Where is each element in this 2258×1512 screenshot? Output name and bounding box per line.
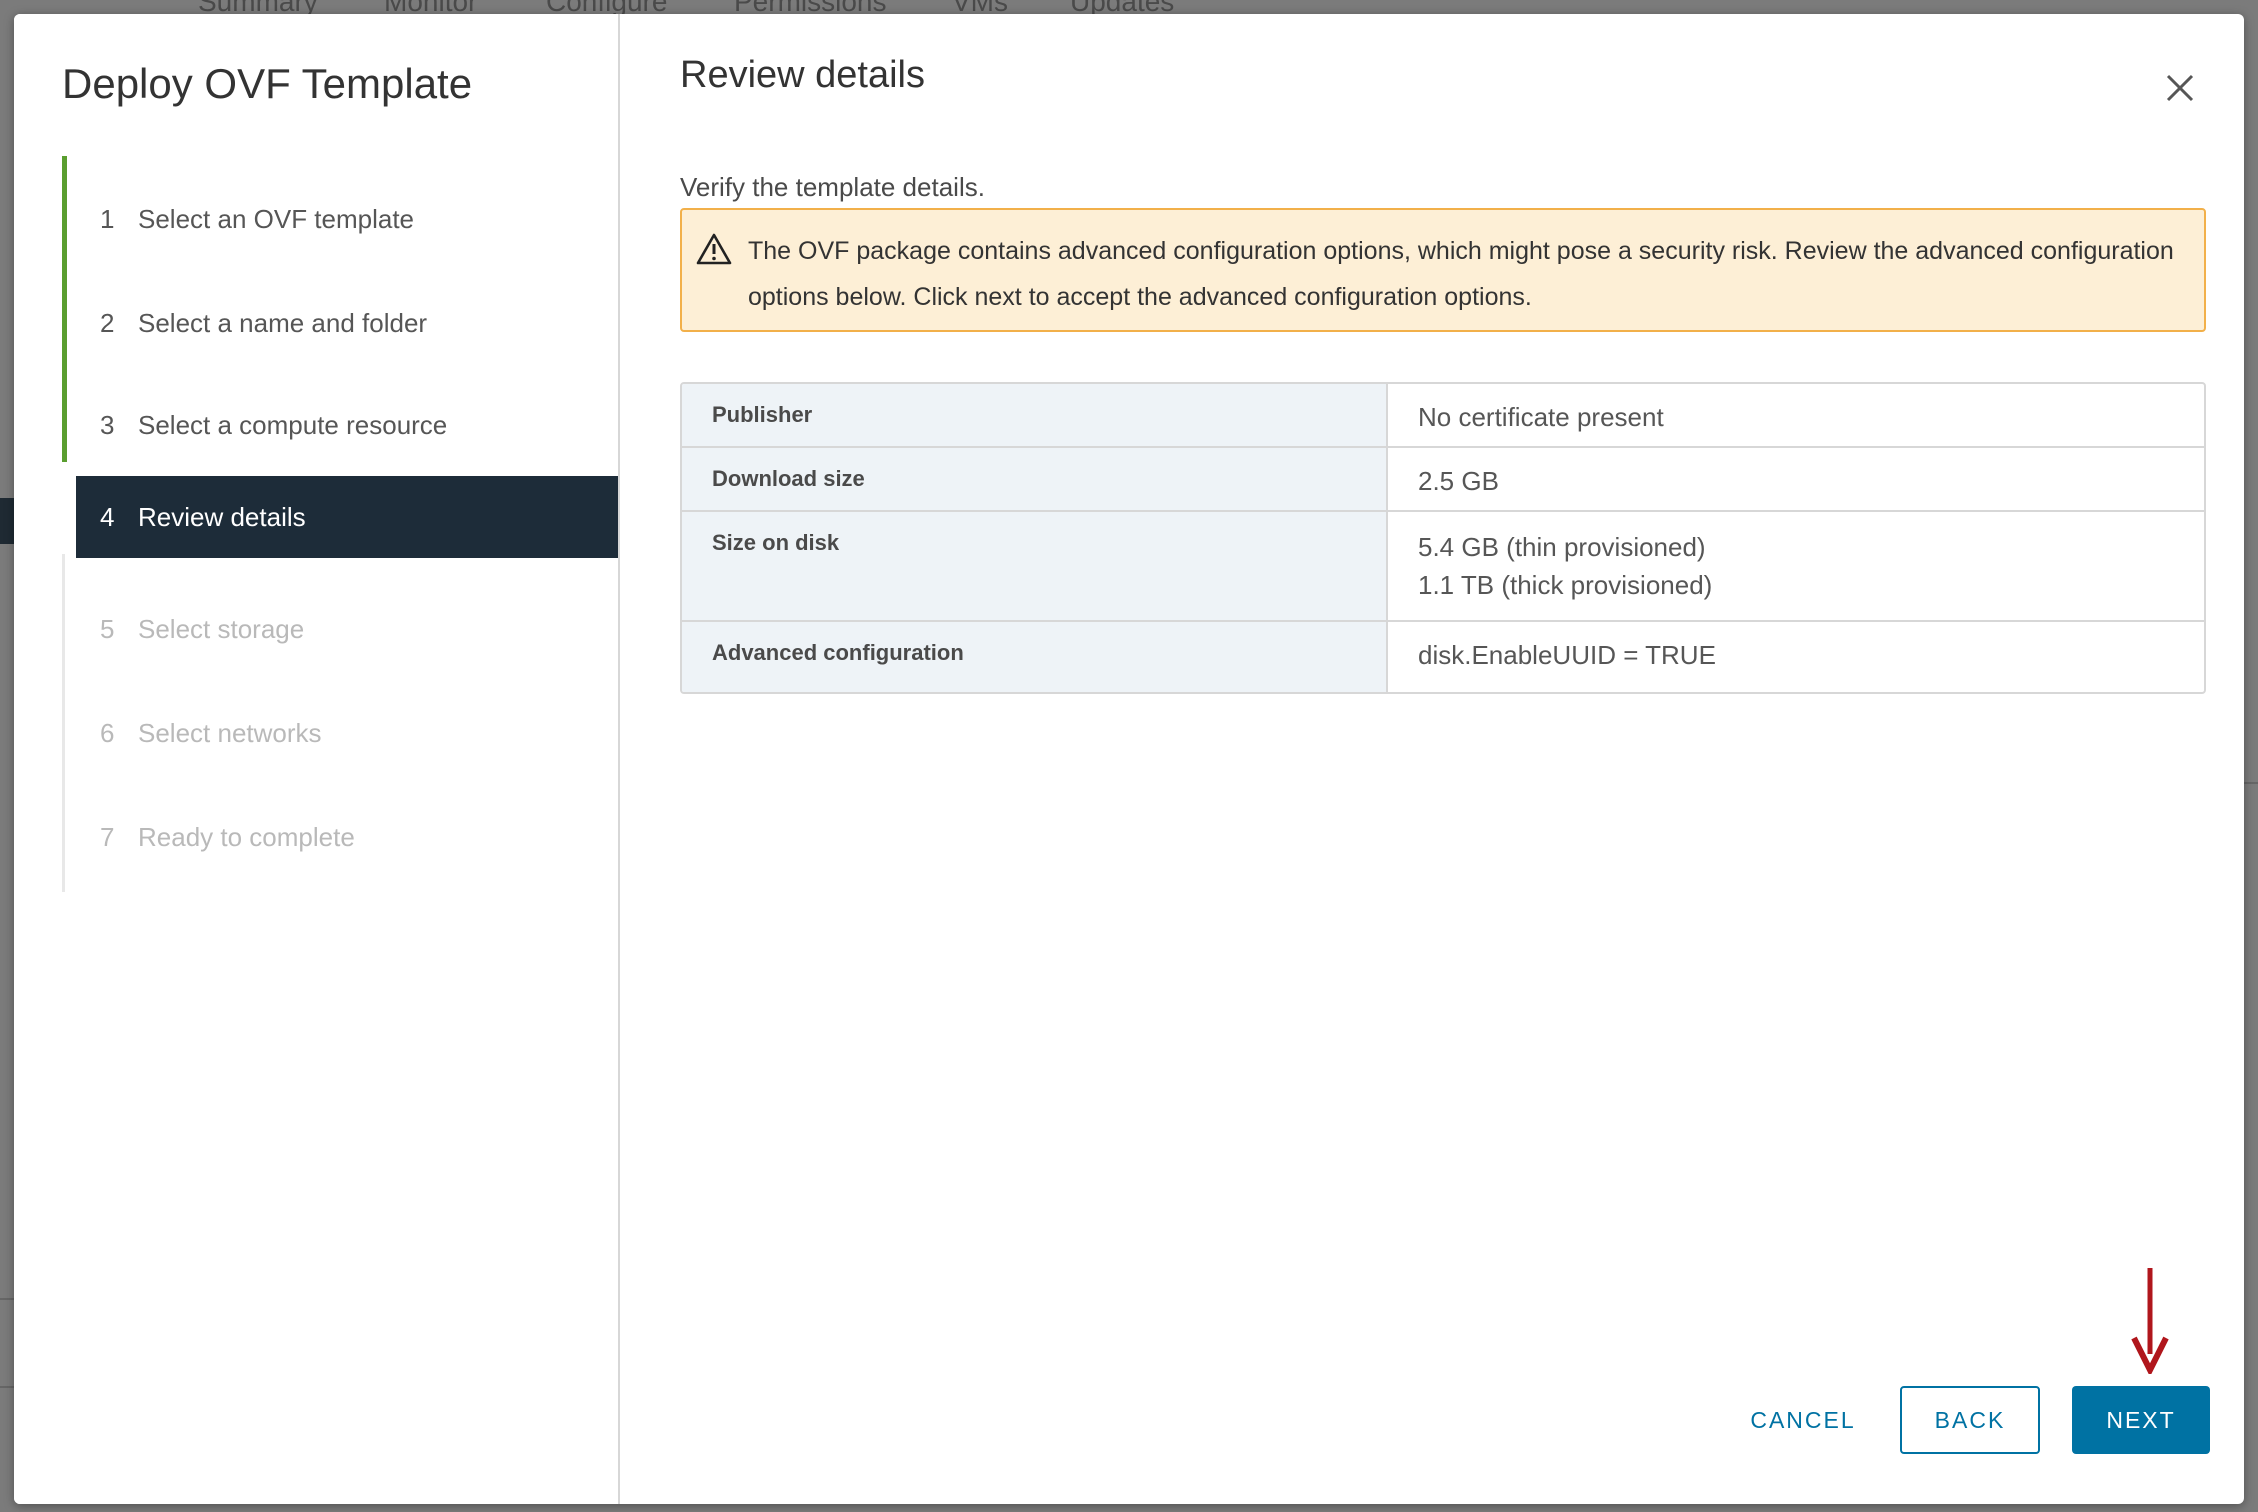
step-number: 1 — [100, 203, 115, 234]
details-key: Download size — [682, 448, 1388, 510]
pending-steps-rail — [62, 554, 65, 892]
details-value: 2.5 GB — [1388, 448, 2204, 510]
step-number: 3 — [100, 409, 115, 440]
wizard-title: Deploy OVF Template — [62, 60, 473, 107]
background-tab-vms: VMs — [952, 0, 1008, 14]
wizard-step-ready-to-complete: 7 Ready to complete — [76, 796, 618, 878]
wizard-step-select-ovf-template[interactable]: 1 Select an OVF template — [76, 178, 618, 260]
background-tab-permissions: Permissions — [734, 0, 886, 14]
step-label: Select networks — [138, 717, 322, 748]
next-button[interactable]: NEXT — [2072, 1386, 2210, 1454]
details-value: No certificate present — [1388, 384, 2204, 446]
step-number: 4 — [100, 501, 115, 532]
wizard-step-select-networks: 6 Select networks — [76, 692, 618, 774]
step-label: Select a compute resource — [138, 409, 448, 440]
details-value-line: 5.4 GB (thin provisioned) — [1418, 532, 1706, 562]
details-key: Publisher — [682, 384, 1388, 446]
security-warning-alert: The OVF package contains advanced config… — [680, 208, 2206, 332]
completed-steps-rail — [62, 156, 67, 462]
background-tab-configure: Configure — [546, 0, 667, 14]
step-label: Ready to complete — [138, 821, 355, 852]
annotation-arrow-icon — [2131, 1268, 2169, 1374]
wizard-step-select-storage: 5 Select storage — [76, 588, 618, 670]
details-row-publisher: Publisher No certificate present — [682, 384, 2204, 448]
details-value-line: 2.5 GB — [1418, 466, 1499, 496]
background-tab-summary: Summary — [198, 0, 318, 14]
details-table: Publisher No certificate present Downloa… — [680, 382, 2206, 694]
details-value: disk.EnableUUID = TRUE — [1388, 622, 2204, 692]
back-button[interactable]: BACK — [1900, 1386, 2040, 1454]
wizard-step-select-name-folder[interactable]: 2 Select a name and folder — [76, 282, 618, 364]
close-icon — [2166, 74, 2194, 102]
step-number: 6 — [100, 717, 115, 748]
details-value-line: No certificate present — [1418, 402, 1664, 432]
details-key: Size on disk — [682, 512, 1388, 620]
background-divider — [2244, 782, 2258, 784]
alert-message: The OVF package contains advanced config… — [748, 237, 2174, 311]
details-row-size-on-disk: Size on disk 5.4 GB (thin provisioned) 1… — [682, 512, 2204, 622]
details-row-download-size: Download size 2.5 GB — [682, 448, 2204, 512]
background-divider — [0, 1298, 14, 1300]
details-value-line: disk.EnableUUID = TRUE — [1418, 640, 1716, 670]
background-divider — [0, 1386, 14, 1388]
details-value-line: 1.1 TB (thick provisioned) — [1418, 570, 1713, 600]
step-label: Review details — [138, 501, 306, 532]
background-tab-monitor: Monitor — [384, 0, 477, 14]
wizard-sidebar: Deploy OVF Template 1 Select an OVF temp… — [14, 14, 620, 1504]
step-label: Select storage — [138, 613, 305, 644]
step-number: 5 — [100, 613, 115, 644]
wizard-step-review-details[interactable]: 4 Review details — [76, 476, 618, 558]
wizard-step-select-compute-resource[interactable]: 3 Select a compute resource — [76, 384, 618, 466]
step-label: Select a name and folder — [138, 307, 428, 338]
step-number: 7 — [100, 821, 115, 852]
page-title: Review details — [680, 54, 925, 96]
wizard-main-panel: Review details Verify the template detai… — [620, 14, 2244, 1504]
details-value: 5.4 GB (thin provisioned) 1.1 TB (thick … — [1388, 512, 2204, 620]
background-tab-bar: Summary Monitor Configure Permissions VM… — [0, 0, 2258, 14]
background-selected-row — [0, 498, 14, 544]
details-key: Advanced configuration — [682, 622, 1388, 692]
close-button[interactable] — [2158, 66, 2202, 110]
step-label: Select an OVF template — [138, 203, 415, 234]
deploy-ovf-dialog: Deploy OVF Template 1 Select an OVF temp… — [14, 14, 2244, 1504]
page-subtitle: Verify the template details. — [680, 172, 985, 202]
warning-triangle-icon — [696, 233, 732, 265]
background-tab-updates: Updates — [1070, 0, 1174, 14]
cancel-button[interactable]: CANCEL — [1730, 1386, 1876, 1454]
step-number: 2 — [100, 307, 115, 338]
details-row-advanced-configuration: Advanced configuration disk.EnableUUID =… — [682, 622, 2204, 692]
